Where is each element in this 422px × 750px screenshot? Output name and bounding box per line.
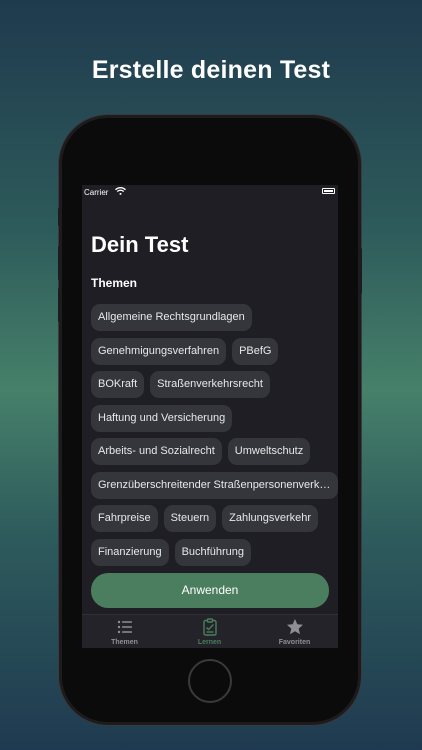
- status-bar: Carrier: [82, 185, 338, 199]
- topic-chip[interactable]: Straßenverkehrsrecht: [150, 371, 270, 398]
- battery-icon: [322, 188, 335, 194]
- volume-down-button: [58, 288, 61, 322]
- power-button: [359, 248, 362, 294]
- app-screen: Carrier Dein Test Themen Allgemeine Rech…: [82, 185, 338, 648]
- phone-frame: Carrier Dein Test Themen Allgemeine Rech…: [58, 118, 362, 722]
- topic-chip[interactable]: Buchführung: [174, 538, 251, 566]
- tab-label: Favoriten: [278, 639, 311, 646]
- topic-chip[interactable]: PBefG: [232, 337, 279, 365]
- star-icon: [287, 619, 303, 635]
- page-title: Dein Test: [91, 232, 189, 257]
- topic-chip[interactable]: Genehmigungsverfahren: [91, 337, 227, 365]
- section-label-themen: Themen: [91, 276, 138, 290]
- tab-lernen[interactable]: Lernen: [167, 615, 252, 648]
- tab-label: Themen: [111, 639, 138, 646]
- topic-chip[interactable]: Grenzüberschreitender Straßenpersonenver…: [91, 471, 338, 499]
- home-button[interactable]: [188, 659, 232, 703]
- carrier-label: Carrier: [84, 188, 109, 197]
- volume-up-button: [58, 246, 61, 280]
- topic-chip[interactable]: Steuern: [163, 505, 217, 532]
- topic-chip[interactable]: Umweltschutz: [227, 438, 311, 465]
- list-icon: [117, 620, 132, 634]
- tab-favoriten[interactable]: Favoriten: [252, 615, 337, 648]
- topic-chip[interactable]: Haftung und Versicherung: [91, 404, 233, 432]
- topic-chip[interactable]: BOKraft: [91, 371, 145, 398]
- marketing-headline: Erstelle deinen Test: [91, 56, 331, 84]
- mute-switch: [58, 208, 61, 226]
- tab-bar: Themen Lernen Favoriten: [82, 614, 338, 648]
- tab-themen[interactable]: Themen: [82, 615, 167, 648]
- topic-chip-list: Allgemeine Rechtsgrundlagen Genehmigungs…: [91, 304, 338, 572]
- topic-chip[interactable]: Finanzierung: [91, 538, 169, 566]
- apply-button[interactable]: Anwenden: [91, 573, 329, 608]
- topic-chip[interactable]: Allgemeine Rechtsgrundlagen: [91, 304, 252, 331]
- wifi-icon: [115, 187, 126, 195]
- topic-chip[interactable]: Fahrpreise: [91, 505, 158, 532]
- tab-label: Lernen: [197, 639, 222, 646]
- clipboard-icon: [203, 618, 217, 636]
- topic-chip[interactable]: Arbeits- und Sozialrecht: [91, 438, 222, 465]
- topic-chip[interactable]: Zahlungsverkehr: [222, 505, 319, 532]
